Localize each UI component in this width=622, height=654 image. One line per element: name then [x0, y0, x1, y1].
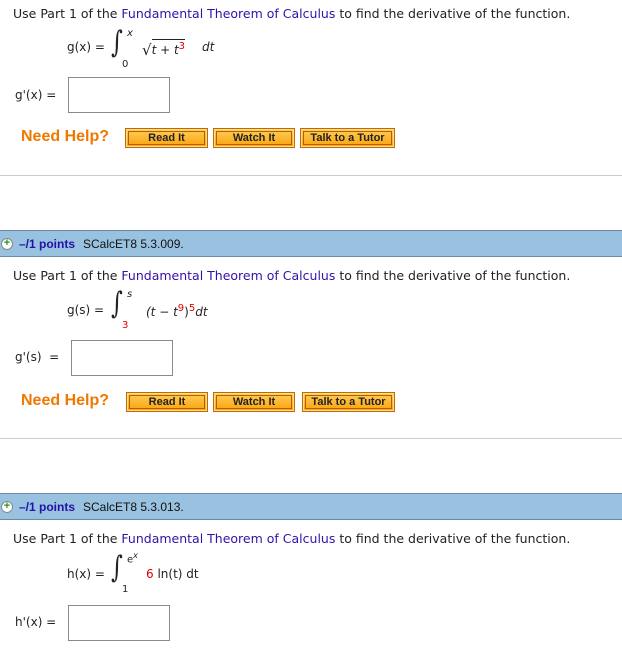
- question-1-function: g(x) = ∫ x 0 √t + t3 dt: [67, 28, 267, 72]
- prompt-text: to find the derivative of the function.: [335, 531, 571, 546]
- integrand-base: (t − t: [146, 305, 178, 319]
- expand-plus-icon[interactable]: +: [1, 500, 13, 513]
- integrand-body: ln(t) dt: [153, 567, 199, 581]
- function-lhs: h(x) =: [67, 567, 105, 581]
- integral-sign-icon: ∫: [110, 550, 123, 585]
- integrand: (t − t9)5dt: [146, 303, 208, 319]
- question-2-prompt: Use Part 1 of the Fundamental Theorem of…: [13, 268, 570, 283]
- talk-to-tutor-button[interactable]: Talk to a Tutor: [300, 128, 395, 148]
- answer-input[interactable]: [71, 340, 173, 376]
- read-it-button[interactable]: Read It: [126, 392, 208, 412]
- upper-limit: x: [127, 28, 133, 39]
- integrand-exponent: 3: [178, 41, 186, 52]
- upper-limit-exponent: x: [133, 551, 138, 560]
- differential: dt: [195, 305, 208, 319]
- sqrt-icon: √: [142, 41, 152, 59]
- integrand: t + t: [151, 43, 179, 57]
- prompt-text: Use Part 1 of the: [13, 268, 122, 283]
- integrand: 6 ln(t) dt: [146, 567, 199, 581]
- question-header: + –/1 points SCalcET8 5.3.009.: [0, 230, 622, 257]
- question-1-prompt: Use Part 1 of the Fundamental Theorem of…: [13, 6, 570, 21]
- lower-limit: 0: [122, 59, 129, 70]
- answer-label: g'(s) =: [15, 350, 60, 364]
- answer-label: g'(x) =: [15, 88, 57, 102]
- points-link[interactable]: –/1 points: [19, 500, 75, 514]
- question-id: SCalcET8 5.3.009.: [83, 236, 184, 251]
- question-2-function: g(s) = ∫ s 3 (t − t9)5dt: [67, 289, 267, 333]
- need-help-label: Need Help?: [21, 128, 110, 145]
- sqrt-expression: √t + t3: [142, 39, 186, 59]
- prompt-text: Use Part 1 of the: [13, 531, 122, 546]
- integral-sign-icon: ∫: [110, 25, 123, 60]
- integrand-coefficient: 6: [146, 567, 154, 581]
- theorem-link[interactable]: Fundamental Theorem of Calculus: [121, 268, 335, 283]
- answer-input[interactable]: [68, 605, 170, 641]
- separator: [0, 175, 622, 176]
- prompt-text: Use Part 1 of the: [13, 6, 122, 21]
- need-help-label: Need Help?: [21, 392, 110, 409]
- sqrt-bar: [152, 39, 186, 40]
- upper-limit: s: [127, 289, 133, 300]
- differential: dt: [202, 40, 215, 54]
- question-header: + –/1 points SCalcET8 5.3.013.: [0, 493, 622, 520]
- function-lhs: g(x) =: [67, 40, 105, 54]
- prompt-text: to find the derivative of the function.: [335, 6, 571, 21]
- question-3-function: h(x) = ∫ ex 1 6 ln(t) dt: [67, 551, 267, 597]
- theorem-link[interactable]: Fundamental Theorem of Calculus: [121, 6, 335, 21]
- separator: [0, 438, 622, 439]
- talk-to-tutor-button[interactable]: Talk to a Tutor: [302, 392, 395, 412]
- answer-label: h'(x) =: [15, 615, 57, 629]
- question-id: SCalcET8 5.3.013.: [83, 499, 184, 514]
- expand-plus-icon[interactable]: +: [1, 237, 13, 250]
- lower-limit: 1: [122, 584, 129, 595]
- lower-limit: 3: [122, 320, 129, 331]
- prompt-text: to find the derivative of the function.: [335, 268, 571, 283]
- watch-it-button[interactable]: Watch It: [213, 128, 295, 148]
- answer-input[interactable]: [68, 77, 170, 113]
- theorem-link[interactable]: Fundamental Theorem of Calculus: [121, 531, 335, 546]
- watch-it-button[interactable]: Watch It: [213, 392, 295, 412]
- question-3-prompt: Use Part 1 of the Fundamental Theorem of…: [13, 531, 570, 546]
- read-it-button[interactable]: Read It: [125, 128, 208, 148]
- integral-sign-icon: ∫: [110, 286, 123, 321]
- points-link[interactable]: –/1 points: [19, 237, 75, 251]
- upper-limit: ex: [127, 551, 138, 565]
- function-lhs: g(s) =: [67, 303, 105, 317]
